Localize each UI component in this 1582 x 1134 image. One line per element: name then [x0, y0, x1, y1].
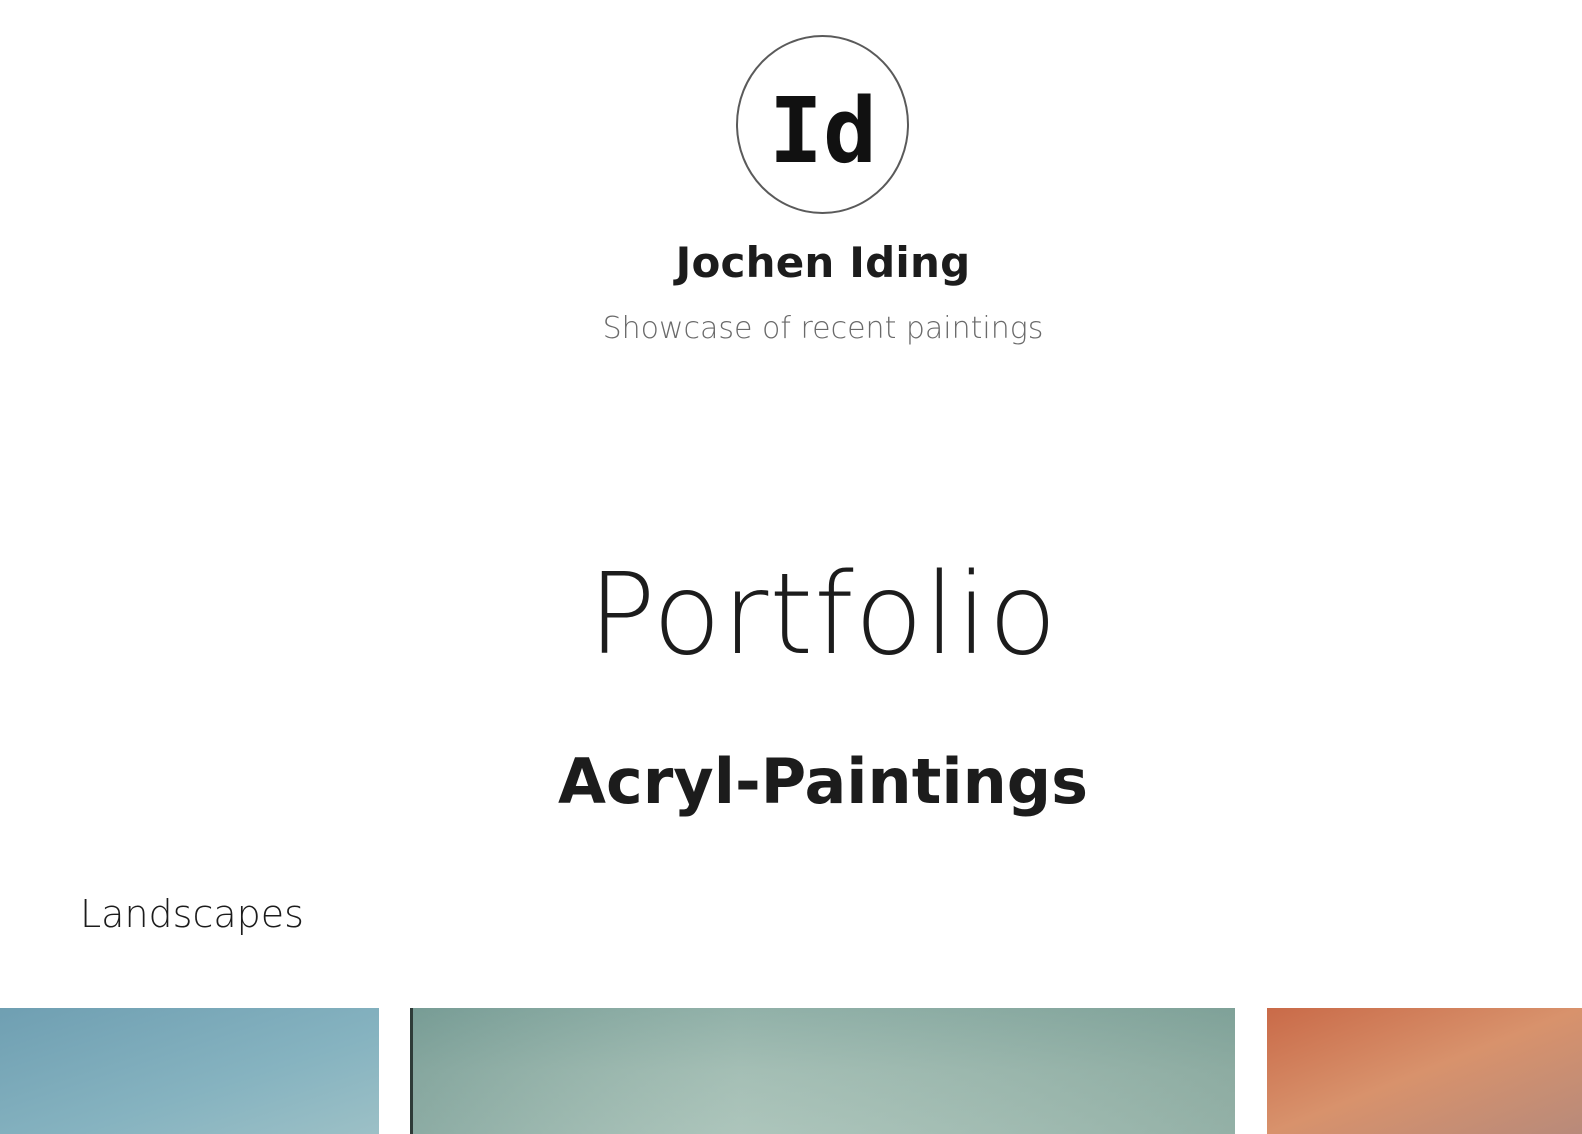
site-name[interactable]: Jochen Iding	[0, 232, 1582, 294]
category-label: Landscapes	[80, 892, 304, 936]
painting-gallery	[0, 1008, 1582, 1134]
painting-thumbnail[interactable]	[410, 1008, 1235, 1134]
site-logo[interactable]: Id	[736, 35, 909, 214]
site-tagline: Showcase of recent paintings	[602, 311, 1044, 346]
section-heading: Acryl-Paintings	[557, 745, 1089, 818]
page-title: Portfolio	[588, 550, 1058, 680]
painting-thumbnail[interactable]	[1267, 1008, 1582, 1134]
logo-monogram: Id	[769, 80, 877, 184]
painting-thumbnail[interactable]	[0, 1008, 379, 1134]
